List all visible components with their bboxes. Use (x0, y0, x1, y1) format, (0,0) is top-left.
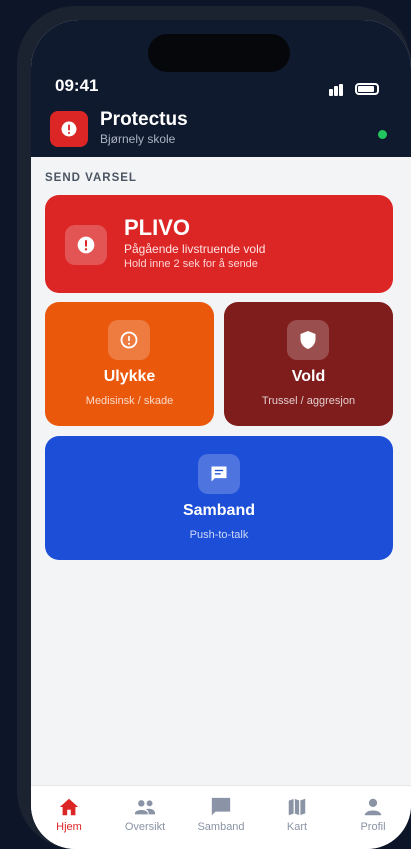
vold-subtitle: Trussel / aggresjon (261, 395, 356, 407)
samband-button[interactable]: Samband Push-to-talk (45, 436, 393, 560)
vold-alert-button[interactable]: Vold Trussel / aggresjon (224, 302, 393, 426)
dynamic-island (148, 34, 290, 72)
tab-label: Oversikt (124, 821, 166, 833)
plivo-description: Pågående livstruende vold (124, 242, 266, 256)
tab-samband[interactable]: Samband (183, 786, 259, 849)
person-icon (364, 798, 382, 816)
section-label: SEND VARSEL (45, 172, 137, 184)
plivo-alert-button[interactable]: PLIVO Pågående livstruende vold Hold inn… (45, 195, 393, 293)
online-status-dot (378, 130, 387, 139)
battery-icon (355, 83, 379, 95)
app-logo-icon (50, 111, 88, 147)
ulykke-subtitle: Medisinsk / skade (85, 395, 174, 407)
tab-label: Samband (197, 821, 245, 833)
tab-label: Hjem (56, 821, 82, 833)
app-header: 09:41 Protectus Bjørnely skole (31, 20, 411, 157)
alert-circle-icon (61, 121, 77, 137)
tab-hjem[interactable]: Hjem (31, 786, 107, 849)
app-screen: 09:41 Protectus Bjørnely skole SEND VARS… (31, 20, 411, 849)
ulykke-alert-button[interactable]: Ulykke Medisinsk / skade (45, 302, 214, 426)
people-icon (134, 800, 156, 815)
bottom-tab-bar: Hjem Oversikt Samband Kart Profil (31, 785, 411, 849)
tab-kart[interactable]: Kart (259, 786, 335, 849)
school-name: Bjørnely skole (100, 132, 176, 146)
chat-icon (198, 454, 240, 494)
tab-label: Profil (360, 821, 386, 833)
ulykke-title: Ulykke (103, 368, 156, 385)
alert-circle-icon (65, 225, 107, 265)
status-time: 09:41 (55, 76, 99, 95)
vold-title: Vold (291, 368, 326, 385)
signal-icon (329, 84, 345, 96)
samband-subtitle: Push-to-talk (189, 529, 249, 541)
tab-label: Kart (286, 821, 308, 833)
home-icon (59, 798, 79, 816)
plivo-hint: Hold inne 2 sek for å sende (124, 258, 258, 270)
app-title: Protectus (100, 109, 188, 130)
samband-title: Samband (182, 502, 255, 519)
shield-icon (287, 320, 329, 360)
plivo-title: PLIVO (124, 215, 191, 240)
phone-frame: 09:41 Protectus Bjørnely skole SEND VARS… (17, 6, 411, 849)
tab-profil[interactable]: Profil (335, 786, 411, 849)
tab-oversikt[interactable]: Oversikt (107, 786, 183, 849)
warning-circle-icon (108, 320, 150, 360)
map-icon (288, 798, 306, 816)
chat-icon (211, 797, 231, 816)
